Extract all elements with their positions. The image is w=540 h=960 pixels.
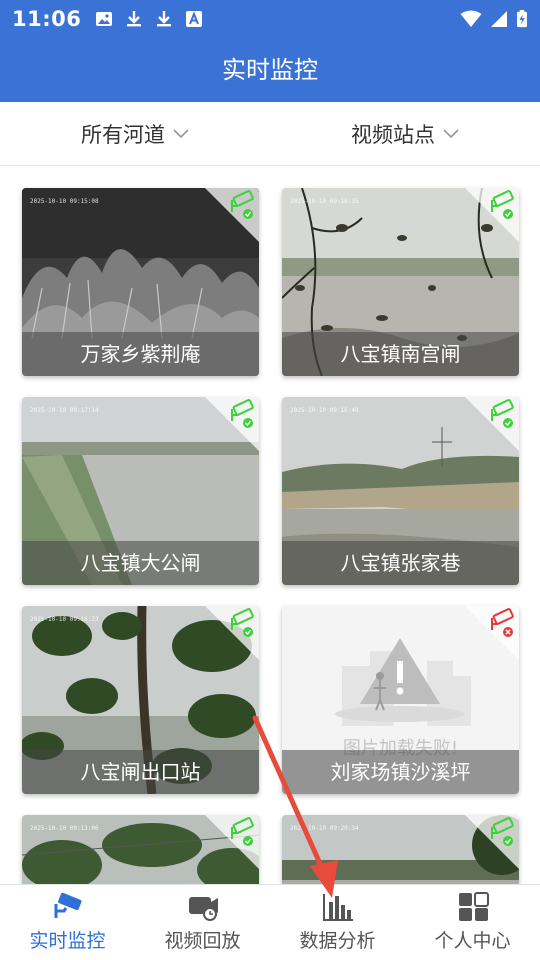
camera-online-icon [231,190,254,219]
camera-timestamp: 2025-10-10 09:15:08 [30,198,99,205]
station-filter-dropdown[interactable]: 视频站点 [270,102,540,165]
status-bar: 11:06 [0,0,540,38]
camera-tile[interactable]: 2025-10-10 09:16:35 八宝镇南宫闸 [282,188,519,376]
image-notification-icon [96,12,113,26]
camera-tile[interactable]: 图片加载失败! 刘家场镇沙溪坪 [282,606,519,794]
camera-name: 八宝镇大公闸 [22,541,259,585]
chevron-down-icon [443,128,459,138]
camera-online-icon [491,817,514,846]
camera-online-icon [491,190,514,219]
nav-item-profile[interactable]: 个人中心 [405,885,540,960]
cell-signal-icon [491,11,507,27]
wifi-icon [460,10,482,27]
camera-tile[interactable]: 2025-10-10 09:16:48 八宝镇张家巷 [282,397,519,585]
river-filter-dropdown[interactable]: 所有河道 [0,102,270,165]
status-time: 11:06 [12,7,82,31]
camera-online-icon [231,817,254,846]
grid-apps-icon [458,892,489,921]
chevron-down-icon [173,128,189,138]
camera-grid: 2025-10-10 09:15:08 万家乡紫荆庵 2025-10-10 09… [0,166,540,884]
nav-label: 个人中心 [434,930,511,952]
camera-tile[interactable]: 2025-10-10 09:16:23 八宝闸出口站 [22,606,259,794]
camera-timestamp: 2025-10-10 09:20:34 [290,825,359,832]
camera-tile[interactable]: 2025-10-10 09:20:34 [282,815,519,884]
camera-name: 八宝镇南宫闸 [282,332,519,376]
battery-charging-icon [517,10,527,28]
camera-name: 万家乡紫荆庵 [22,332,259,376]
page-title: 实时监控 [222,56,318,84]
nav-label: 数据分析 [299,930,376,952]
camera-tile[interactable]: 2025-10-10 09:15:08 万家乡紫荆庵 [22,188,259,376]
camera-tile[interactable]: 2025-10-10 09:13:06 [22,815,259,884]
video-camera-icon [188,897,218,921]
keyboard-notification-icon [186,11,203,27]
camera-offline-icon [491,608,514,637]
camera-online-icon [491,399,514,428]
download-notification-icon [127,11,142,27]
nav-label: 视频回放 [164,930,241,952]
nav-item-video-playback[interactable]: 视频回放 [135,885,270,960]
camera-online-icon [231,608,254,637]
app-header: 11:06 实时监控 [0,0,540,102]
filter-bar: 所有河道 视频站点 [0,102,540,166]
camera-name: 八宝闸出口站 [22,750,259,794]
bar-chart-icon [322,894,353,921]
download-notification-icon [157,11,172,27]
bottom-nav: 实时监控 视频回放 数据分析 个人中心 [0,884,540,960]
camera-name: 刘家场镇沙溪坪 [282,750,519,794]
camera-online-icon [231,399,254,428]
nav-label: 实时监控 [29,930,106,952]
nav-item-data-analysis[interactable]: 数据分析 [270,885,405,960]
camera-timestamp: 2025-10-10 09:13:06 [30,825,99,832]
surveillance-camera-icon [54,892,81,918]
river-filter-label: 所有河道 [81,122,165,147]
camera-timestamp: 2025-10-10 09:16:35 [290,198,359,205]
camera-timestamp: 2025-10-10 09:16:23 [30,616,99,623]
station-filter-label: 视频站点 [351,122,435,147]
nav-item-live-monitor[interactable]: 实时监控 [0,885,135,960]
camera-timestamp: 2025-10-10 09:16:48 [290,407,359,414]
camera-timestamp: 2025-10-10 09:17:14 [30,407,99,414]
camera-name: 八宝镇张家巷 [282,541,519,585]
camera-tile[interactable]: 2025-10-10 09:17:14 八宝镇大公闸 [22,397,259,585]
